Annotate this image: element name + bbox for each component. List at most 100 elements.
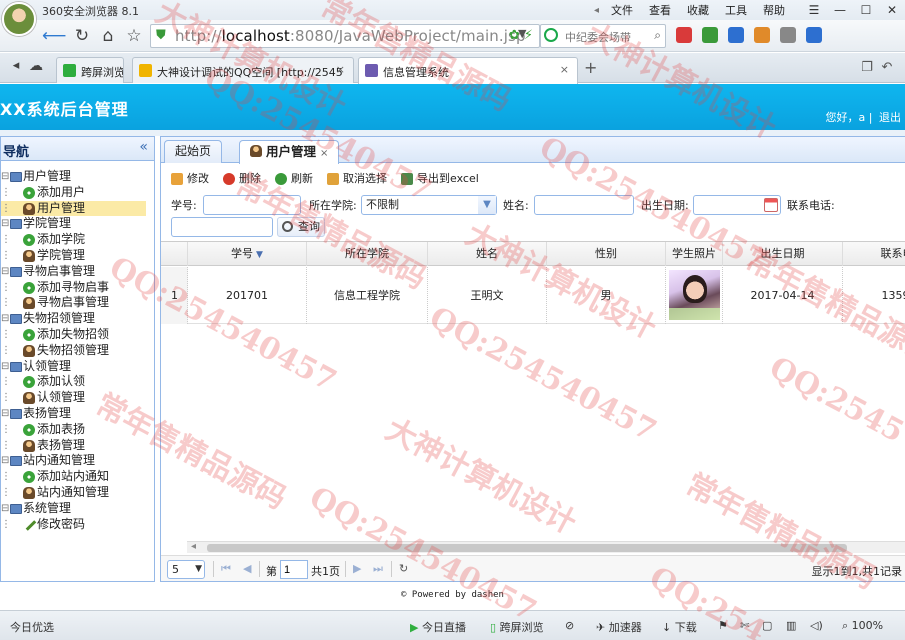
status-browser-icon[interactable]: ⊘ xyxy=(565,619,574,632)
chevron-down-icon[interactable]: ▼ xyxy=(478,196,496,214)
last-page-icon[interactable]: ⏭ xyxy=(373,562,383,576)
nav-item[interactable]: ⋮ 添加表扬 xyxy=(1,422,154,438)
nav-item[interactable]: ⋮ 用户管理 xyxy=(1,200,146,217)
minimize-button[interactable]: — xyxy=(827,3,853,17)
expand-icon[interactable]: ⊟ xyxy=(1,406,9,422)
nav-item[interactable]: ⋮ 添加学院 xyxy=(1,232,154,248)
birth-date-input[interactable] xyxy=(693,195,781,215)
menu-view[interactable]: 查看 xyxy=(649,2,671,18)
expand-icon[interactable]: ⊟ xyxy=(1,216,9,232)
column-header-student-no[interactable]: 学号 ▼ xyxy=(188,242,307,266)
flag-icon[interactable]: ⚑ xyxy=(718,619,728,632)
reload-icon[interactable]: ↻ xyxy=(399,562,408,575)
nav-item[interactable]: ⋮ 添加寻物启事 xyxy=(1,280,154,296)
tab-info-system[interactable]: 信息管理系统 × xyxy=(358,57,578,84)
tab-cross-screen[interactable]: 跨屏浏览 xyxy=(56,57,124,83)
nav-item[interactable]: ⋮ 学院管理 xyxy=(1,248,154,264)
nav-group[interactable]: ⊟ 学院管理 xyxy=(1,216,154,232)
magnifier-icon[interactable]: ⌕ xyxy=(654,28,661,43)
status-live[interactable]: ▶ 今日直播 xyxy=(410,619,466,635)
chevron-down-icon[interactable]: ▼ xyxy=(518,27,526,40)
back-arrow-icon[interactable]: ⟵ xyxy=(42,24,66,48)
menu-file[interactable]: 文件 xyxy=(611,2,633,18)
status-download[interactable]: ↓ 下载 xyxy=(662,619,697,635)
nav-item[interactable]: ⋮ 添加用户 xyxy=(1,185,154,201)
column-header-gender[interactable]: 性别 xyxy=(547,242,666,266)
menu-help[interactable]: 帮助 xyxy=(763,2,785,18)
prev-page-icon[interactable]: ◀ xyxy=(243,562,251,575)
close-tab-icon[interactable]: × xyxy=(320,148,328,159)
nav-group[interactable]: ⊟ 系统管理 xyxy=(1,501,154,517)
new-tab-button[interactable]: + xyxy=(584,58,597,77)
query-button[interactable]: 查询 xyxy=(277,217,325,237)
star-icon[interactable]: ☆ xyxy=(122,24,146,48)
app-grid-icon[interactable] xyxy=(676,27,692,43)
nav-item[interactable]: ⋮ 寻物启事管理 xyxy=(1,295,154,311)
column-header-phone[interactable]: 联系电话 xyxy=(843,242,905,266)
export-excel-button[interactable]: 导出到excel xyxy=(401,170,479,188)
screenshot-icon[interactable] xyxy=(780,27,796,43)
table-row[interactable]: 1 201701 信息工程学院 王明文 男 2017-04-14 135983 xyxy=(161,267,905,324)
address-bar[interactable]: ⛊ http://localhost:8080/JavaWebProject/m… xyxy=(150,24,540,48)
collapse-icon[interactable]: « xyxy=(139,139,148,155)
maximize-button[interactable]: ☐ xyxy=(853,3,879,17)
college-select[interactable]: 不限制 ▼ xyxy=(361,195,497,215)
close-tab-icon[interactable]: × xyxy=(336,63,345,76)
tab-user-management[interactable]: 用户管理 × xyxy=(239,140,340,164)
cloud-icon[interactable]: ☁ xyxy=(24,54,48,78)
user-avatar[interactable] xyxy=(2,2,36,36)
undo-icon[interactable]: ↶ xyxy=(877,60,897,75)
nav-group[interactable]: ⊟ 失物招领管理 xyxy=(1,311,154,327)
scrollbar-thumb[interactable] xyxy=(207,544,847,552)
column-header-photo[interactable]: 学生照片 xyxy=(666,242,723,266)
page-number-input[interactable] xyxy=(280,560,308,579)
name-input[interactable] xyxy=(534,195,634,215)
nav-group[interactable]: ⊟ 用户管理 xyxy=(1,169,154,185)
next-page-icon[interactable]: ▶ xyxy=(353,562,361,575)
zoom-level[interactable]: ⌕ 100% xyxy=(842,619,883,633)
expand-icon[interactable]: ⊟ xyxy=(1,453,9,469)
extension-icon[interactable] xyxy=(754,27,770,43)
column-header-birth[interactable]: 出生日期 xyxy=(723,242,843,266)
tab-qq-space[interactable]: 大神设计调试的QQ空间 [http://2545 × xyxy=(132,57,354,83)
nav-group[interactable]: ⊟ 寻物启事管理 xyxy=(1,264,154,280)
restore-tabs-icon[interactable]: ❐ xyxy=(857,60,877,75)
menu-favorites[interactable]: 收藏 xyxy=(687,2,709,18)
close-window-button[interactable]: ✕ xyxy=(879,3,905,17)
column-header-college[interactable]: 所在学院 xyxy=(307,242,428,266)
expand-icon[interactable]: ⊟ xyxy=(1,169,9,185)
scroll-left-icon[interactable]: ◂ xyxy=(191,541,196,552)
security-icon[interactable] xyxy=(702,27,718,43)
nav-item[interactable]: ⋮ 表扬管理 xyxy=(1,438,154,454)
first-page-icon[interactable]: ⏮ xyxy=(221,562,231,576)
tab-home[interactable]: 起始页 xyxy=(164,140,223,163)
column-header-name[interactable]: 姓名 xyxy=(428,242,547,266)
student-no-input[interactable] xyxy=(203,195,301,215)
page-size-select[interactable]: 5 ▼ xyxy=(167,560,205,579)
search-box[interactable]: 中纪委会场带 ⌕ xyxy=(540,24,666,48)
status-accelerator[interactable]: ✈ 加速器 xyxy=(596,619,642,635)
trash-icon[interactable]: ▥ xyxy=(786,619,796,632)
clear-selection-button[interactable]: 取消选择 xyxy=(327,170,387,188)
phone-input[interactable] xyxy=(171,217,273,237)
refresh-button[interactable]: 刷新 xyxy=(275,170,313,188)
nav-item[interactable]: ⋮ 添加失物招领 xyxy=(1,327,154,343)
nav-item[interactable]: ⋮ 添加站内通知 xyxy=(1,469,154,485)
home-icon[interactable]: ⌂ xyxy=(96,24,120,48)
chevron-left-icon[interactable]: ◂ xyxy=(594,5,599,16)
expand-icon[interactable]: ⊟ xyxy=(1,264,9,280)
status-cross-screen[interactable]: ▯ 跨屏浏览 xyxy=(490,619,544,635)
close-tab-icon[interactable]: × xyxy=(560,63,569,76)
menu-tools[interactable]: 工具 xyxy=(725,2,747,18)
mail-icon[interactable] xyxy=(728,27,744,43)
volume-icon[interactable]: ◁) xyxy=(810,619,823,632)
delete-button[interactable]: 删除 xyxy=(223,170,261,188)
status-left-text[interactable]: 今日优选 xyxy=(10,619,54,635)
nav-item[interactable]: ⋮ 添加认领 xyxy=(1,374,154,390)
horizontal-scrollbar[interactable]: ◂ xyxy=(187,541,905,553)
expand-icon[interactable]: ⊟ xyxy=(1,359,9,375)
nav-item[interactable]: ⋮ 修改密码 xyxy=(1,517,154,533)
expand-icon[interactable]: ⊟ xyxy=(1,501,9,517)
logout-link[interactable]: 退出 xyxy=(879,111,901,124)
search-icon[interactable] xyxy=(806,27,822,43)
